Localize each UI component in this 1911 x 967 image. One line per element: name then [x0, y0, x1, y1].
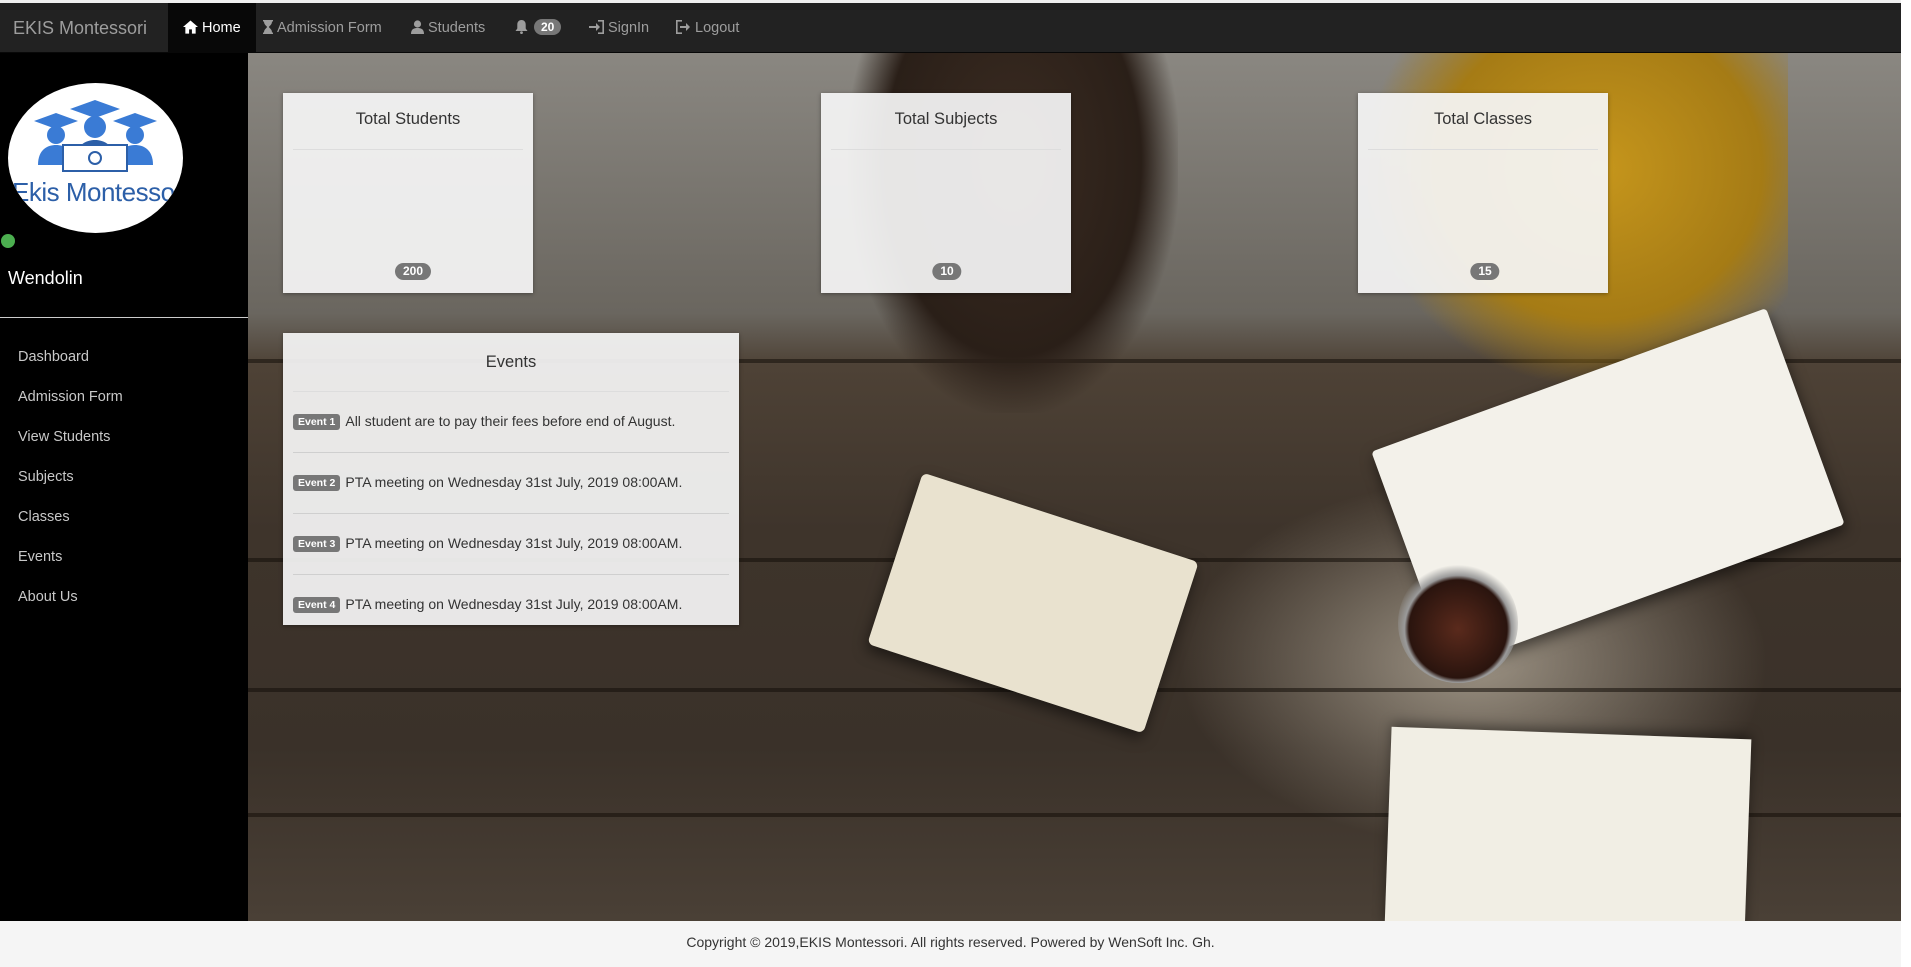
logout-icon: [676, 20, 690, 34]
sidebar-item-dashboard[interactable]: Dashboard: [18, 349, 89, 365]
nav-admission-form[interactable]: Admission Form: [263, 3, 382, 53]
nav-students[interactable]: Students: [411, 3, 485, 53]
stat-card-value-badge: 10: [932, 263, 962, 280]
event-item: Event 1 All student are to pay their fees…: [293, 413, 675, 430]
online-status-dot: [1, 234, 15, 248]
page-right-edge: [1901, 0, 1911, 967]
nav-signin-label: SignIn: [608, 20, 650, 36]
stat-card-title: Total Classes: [1433, 110, 1533, 128]
nav-home[interactable]: Home: [168, 3, 256, 53]
nav-signin[interactable]: SignIn: [589, 3, 649, 53]
event-divider: [293, 452, 729, 453]
sidebar: Ekis Montessori Wendolin Dashboard Admis…: [0, 53, 248, 921]
events-title: Events: [485, 353, 537, 371]
sidebar-item-admission-form[interactable]: Admission Form: [18, 389, 123, 405]
event-label: Event 4: [293, 597, 341, 613]
stat-card-divider: [293, 149, 523, 150]
stat-card-value-badge: 200: [394, 263, 432, 280]
brand-link[interactable]: EKIS Montessori: [0, 3, 160, 53]
sidebar-item-view-students[interactable]: View Students: [18, 429, 110, 445]
sidebar-divider: [0, 317, 248, 318]
events-title-divider: [293, 391, 729, 392]
username: Wendolin: [8, 268, 83, 288]
event-item: Event 2 PTA meeting on Wednesday 31st Jul…: [293, 474, 682, 491]
event-label: Event 2: [293, 475, 341, 491]
graduates-logo-icon: [34, 100, 157, 172]
stat-card-total-subjects: Total Subjects 10: [821, 93, 1071, 293]
sidebar-item-events[interactable]: Events: [18, 549, 62, 565]
stat-card-total-classes: Total Classes 15: [1358, 93, 1608, 293]
bell-icon: [515, 20, 528, 34]
footer-copyright: Copyright © 2019,EKIS Montessori. All ri…: [686, 934, 1215, 950]
nav-students-label: Students: [428, 20, 486, 36]
top-navbar: EKIS Montessori Home Admission Form Stud…: [0, 3, 1901, 53]
ekis-montessori-logo: Ekis Montessori: [8, 83, 183, 233]
event-text: PTA meeting on Wednesday 31st July, 2019…: [345, 474, 683, 490]
stat-card-title: Total Students: [355, 110, 461, 128]
home-icon: [183, 20, 198, 34]
nav-logout[interactable]: Logout: [676, 3, 739, 53]
sidebar-item-subjects[interactable]: Subjects: [18, 469, 74, 485]
event-divider: [293, 574, 729, 575]
footer: Copyright © 2019,EKIS Montessori. All ri…: [0, 921, 1901, 967]
stat-card-divider: [831, 149, 1061, 150]
events-card: Events Event 1 All student are to pay the…: [283, 333, 739, 625]
main-content: Total Students 200 Total Subjects 10 Tot…: [248, 53, 1901, 921]
sidebar-item-about-us[interactable]: About Us: [18, 589, 78, 605]
event-item: Event 4 PTA meeting on Wednesday 31st Jul…: [293, 596, 682, 613]
hourglass-icon: [263, 20, 273, 34]
logo-text: Ekis Montessori: [12, 177, 183, 207]
event-label: Event 1: [293, 414, 341, 430]
stat-card-divider: [1368, 149, 1598, 150]
user-icon: [411, 20, 424, 34]
nav-home-label: Home: [202, 20, 241, 36]
event-label: Event 3: [293, 536, 341, 552]
nav-notifications[interactable]: 20: [515, 3, 562, 53]
sign-in-icon: [589, 20, 604, 34]
stat-card-total-students: Total Students 200: [283, 93, 533, 293]
event-item: Event 3 PTA meeting on Wednesday 31st Jul…: [293, 535, 682, 552]
nav-admission-form-label: Admission Form: [277, 20, 382, 36]
nav-logout-label: Logout: [695, 20, 740, 36]
sidebar-item-classes[interactable]: Classes: [18, 509, 70, 525]
event-text: PTA meeting on Wednesday 31st July, 2019…: [345, 535, 683, 551]
notification-count-badge: 20: [534, 19, 562, 35]
event-text: PTA meeting on Wednesday 31st July, 2019…: [345, 596, 683, 612]
event-text: All student are to pay their fees before…: [345, 413, 676, 429]
stat-card-title: Total Subjects: [894, 110, 998, 128]
event-divider: [293, 513, 729, 514]
stat-card-value-badge: 15: [1470, 263, 1500, 280]
